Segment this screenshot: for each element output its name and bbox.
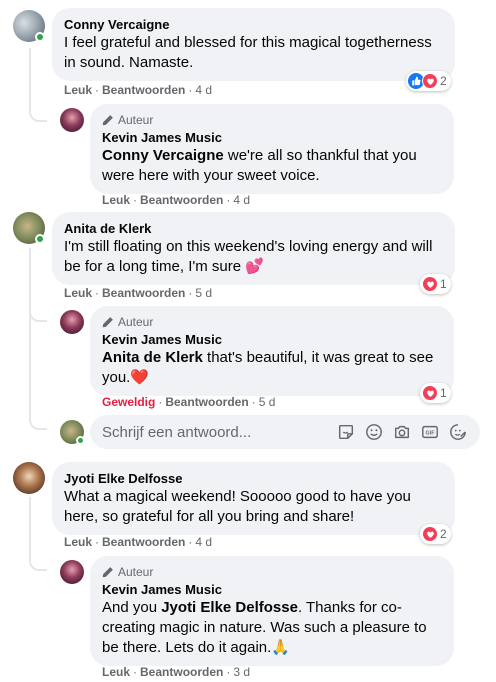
reaction-summary[interactable]: 2 — [420, 524, 451, 544]
mention-link[interactable]: Conny Vercaigne — [102, 147, 224, 164]
reply-author[interactable]: Kevin James Music — [102, 581, 442, 598]
thread-line — [29, 248, 31, 418]
reaction-count: 1 — [440, 277, 447, 291]
timestamp[interactable]: 5 d — [259, 395, 276, 409]
reply-text: Conny Vercaigne we're all so thankful th… — [102, 147, 417, 184]
love-button[interactable]: Geweldig — [102, 395, 155, 409]
love-icon — [422, 526, 438, 542]
avatar[interactable] — [60, 560, 84, 584]
like-button[interactable]: Leuk — [64, 535, 92, 549]
reply-text: And you Jyoti Elke Delfosse. Thanks for … — [102, 599, 427, 656]
reaction-summary[interactable]: 2 — [406, 71, 451, 91]
reply-actions: Geweldig · Beantwoorden · 5 d — [102, 395, 276, 409]
reply-actions: Leuk · Beantwoorden · 3 d — [102, 665, 251, 679]
pen-icon — [102, 317, 113, 328]
comment-text: I feel grateful and blessed for this mag… — [64, 34, 432, 71]
reply-button[interactable]: Beantwoorden — [102, 535, 185, 549]
like-button[interactable]: Leuk — [64, 83, 92, 97]
like-button[interactable]: Leuk — [64, 286, 92, 300]
comment-actions: Leuk · Beantwoorden · 5 d — [64, 286, 213, 300]
reply-actions: Leuk · Beantwoorden · 4 d — [102, 193, 251, 207]
timestamp[interactable]: 3 d — [233, 665, 250, 679]
online-indicator — [76, 436, 85, 445]
comment-text: What a magical weekend! Sooooo good to h… — [64, 488, 411, 525]
mention-link[interactable]: Jyoti Elke Delfosse — [161, 599, 298, 616]
thread-connector — [29, 108, 47, 122]
love-icon — [422, 276, 438, 292]
thread-line — [29, 48, 31, 112]
like-button[interactable]: Leuk — [102, 193, 130, 207]
reply-bubble: Auteur Kevin James Music Anita de Klerk … — [90, 306, 454, 396]
author-badge: Auteur — [102, 314, 442, 330]
comment-text: I'm still floating on this weekend's lov… — [64, 238, 433, 275]
like-button[interactable]: Leuk — [102, 665, 130, 679]
reply-button[interactable]: Beantwoorden — [102, 83, 185, 97]
reply-bubble: Auteur Kevin James Music And you Jyoti E… — [90, 556, 454, 666]
avatar[interactable] — [13, 462, 45, 494]
author-badge: Auteur — [102, 112, 442, 128]
comment-actions: Leuk · Beantwoorden · 4 d — [64, 535, 213, 549]
comment-actions: Leuk · Beantwoorden · 4 d — [64, 83, 213, 97]
thread-connector — [29, 557, 47, 571]
timestamp[interactable]: 4 d — [233, 193, 250, 207]
comment-author[interactable]: Conny Vercaigne — [64, 16, 443, 33]
gif-icon[interactable]: GIF — [420, 422, 440, 442]
sticker-icon[interactable] — [336, 422, 356, 442]
pen-icon — [102, 567, 113, 578]
comment-bubble: Jyoti Elke Delfosse What a magical weeke… — [52, 462, 455, 535]
avatar[interactable] — [60, 310, 84, 334]
camera-icon[interactable] — [392, 422, 412, 442]
thread-line — [29, 497, 31, 561]
comment-author[interactable]: Anita de Klerk — [64, 220, 443, 237]
reply-button[interactable]: Beantwoorden — [140, 193, 223, 207]
reply-author[interactable]: Kevin James Music — [102, 331, 442, 348]
reply-button[interactable]: Beantwoorden — [140, 665, 223, 679]
comment-author[interactable]: Jyoti Elke Delfosse — [64, 470, 443, 487]
online-indicator — [35, 32, 45, 42]
input-toolbar: GIF — [336, 422, 468, 442]
mention-link[interactable]: Anita de Klerk — [102, 349, 203, 366]
reply-button[interactable]: Beantwoorden — [102, 286, 185, 300]
reply-author[interactable]: Kevin James Music — [102, 129, 442, 146]
love-icon — [422, 73, 438, 89]
thread-connector — [29, 416, 47, 430]
timestamp[interactable]: 4 d — [195, 83, 212, 97]
timestamp[interactable]: 5 d — [195, 286, 212, 300]
emoji-icon[interactable] — [364, 422, 384, 442]
pen-icon — [102, 115, 113, 126]
reaction-count: 2 — [440, 527, 447, 541]
author-badge: Auteur — [102, 564, 442, 580]
avatar[interactable] — [60, 108, 84, 132]
online-indicator — [35, 234, 45, 244]
reply-bubble: Auteur Kevin James Music Conny Vercaigne… — [90, 104, 454, 194]
reply-text: Anita de Klerk that's beautiful, it was … — [102, 349, 434, 386]
reaction-count: 1 — [440, 386, 447, 400]
reaction-count: 2 — [440, 74, 447, 88]
reaction-summary[interactable]: 1 — [420, 274, 451, 294]
reply-input-box[interactable]: GIF — [90, 415, 480, 449]
comment-bubble: Anita de Klerk I'm still floating on thi… — [52, 212, 455, 285]
love-icon — [422, 385, 438, 401]
avatar-sticker-icon[interactable] — [448, 422, 468, 442]
comment-bubble: Conny Vercaigne I feel grateful and bles… — [52, 8, 455, 81]
reaction-summary[interactable]: 1 — [420, 383, 451, 403]
timestamp[interactable]: 4 d — [195, 535, 212, 549]
reply-button[interactable]: Beantwoorden — [165, 395, 248, 409]
reply-input[interactable] — [102, 423, 332, 441]
svg-text:GIF: GIF — [426, 431, 436, 437]
thread-connector — [29, 308, 47, 322]
